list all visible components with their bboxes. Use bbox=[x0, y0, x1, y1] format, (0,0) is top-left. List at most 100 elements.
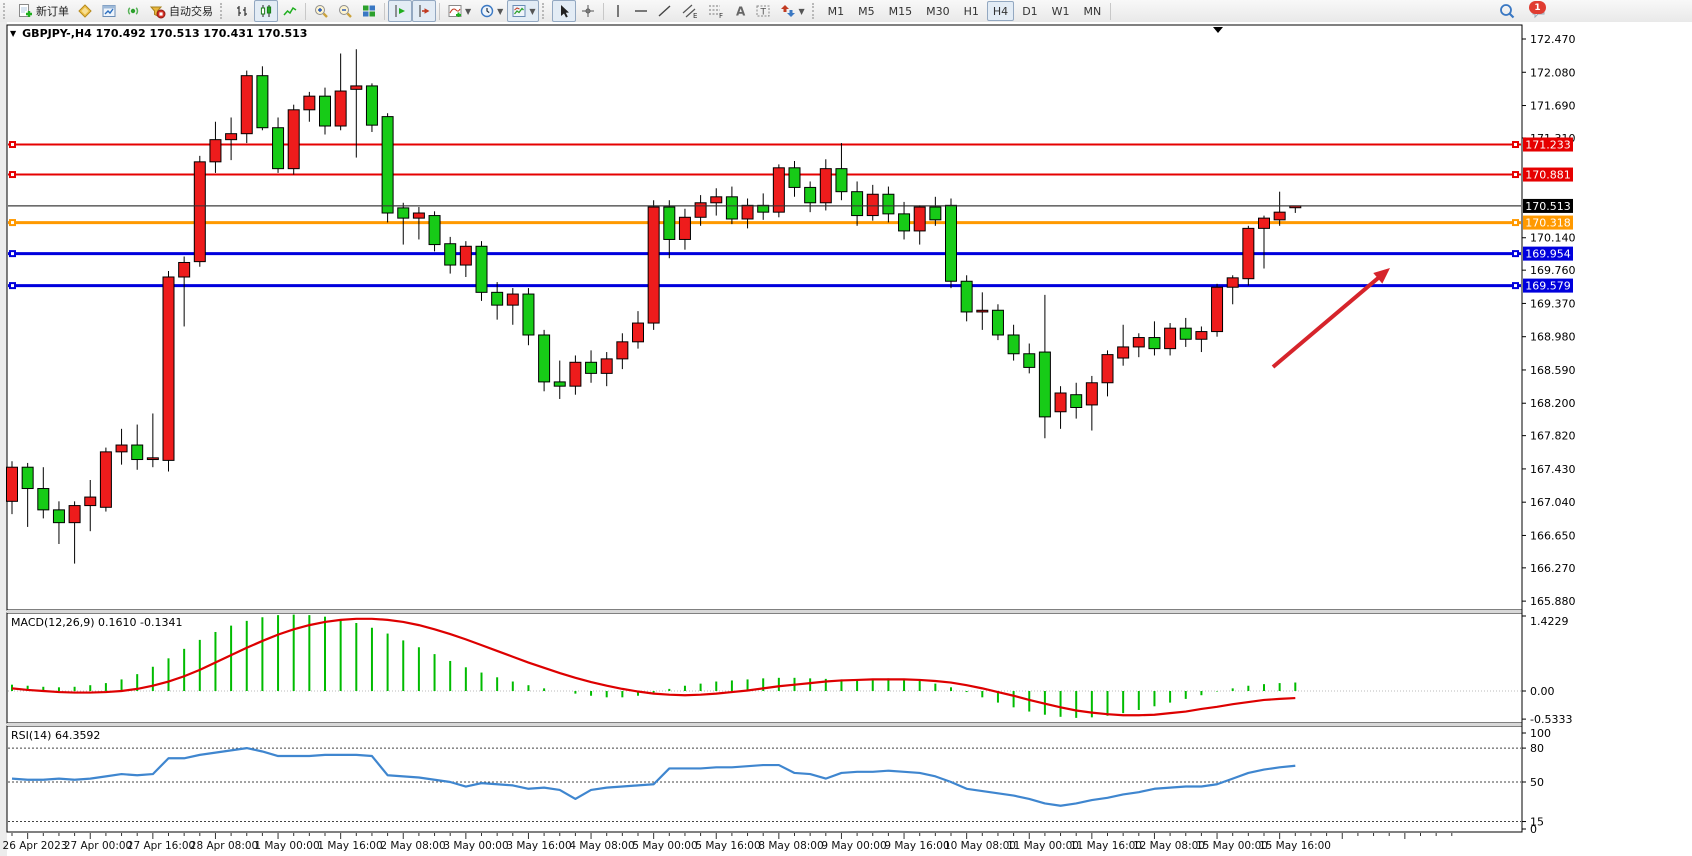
chart-collapse-icon[interactable]: ▼ bbox=[10, 29, 16, 38]
fibonacci-button[interactable]: F bbox=[703, 0, 729, 22]
periods-button[interactable]: ▼ bbox=[475, 0, 507, 22]
svg-text:T: T bbox=[760, 8, 767, 18]
new-order-button[interactable]: 新订单 bbox=[13, 0, 73, 22]
dropdown-caret: ▼ bbox=[798, 7, 804, 16]
market-watch-button[interactable] bbox=[73, 0, 97, 22]
horizontal-line-button[interactable] bbox=[629, 0, 653, 22]
price-axis-label: 169.370 bbox=[1530, 297, 1576, 310]
bull-candle bbox=[163, 277, 174, 460]
price-line-label: 170.881 bbox=[1525, 169, 1571, 182]
toolbar-grip[interactable] bbox=[812, 3, 819, 19]
bear-candle bbox=[961, 281, 972, 312]
templates-button[interactable]: ▼ bbox=[507, 0, 539, 22]
timeframe-D1[interactable]: D1 bbox=[1016, 1, 1043, 21]
bull-candle bbox=[1274, 212, 1285, 220]
arrow-objects-button[interactable]: ▼ bbox=[776, 0, 808, 22]
bear-candle bbox=[930, 207, 941, 220]
cursor-icon bbox=[556, 3, 572, 19]
bear-candle bbox=[1008, 335, 1019, 354]
price-axis-label: 167.430 bbox=[1530, 463, 1576, 476]
tile-windows-button[interactable] bbox=[357, 0, 381, 22]
vertical-line-button[interactable] bbox=[607, 0, 629, 22]
time-axis-label: 11 May 16:00 bbox=[1070, 840, 1142, 852]
bull-candle bbox=[633, 323, 644, 342]
auto-scroll-button[interactable] bbox=[412, 0, 436, 22]
rsi-indicator-label: RSI(14) 64.3592 bbox=[11, 729, 100, 742]
bear-candle bbox=[1024, 354, 1035, 368]
chart-title: GBPJPY-,H4 170.492 170.513 170.431 170.5… bbox=[22, 27, 307, 40]
trendline-button[interactable] bbox=[653, 0, 677, 22]
timeframe-M5[interactable]: M5 bbox=[852, 1, 881, 21]
macd-axis-label: 0.00 bbox=[1530, 685, 1555, 698]
mt4-terminal-window: { "toolbar": { "new_order_label": "新订单",… bbox=[0, 0, 1692, 856]
horizontal-line-icon bbox=[633, 3, 649, 19]
chart-shift-icon bbox=[392, 3, 408, 19]
chart-shift-button[interactable] bbox=[388, 0, 412, 22]
bull-candle bbox=[1196, 332, 1207, 340]
bull-candle bbox=[304, 96, 315, 110]
bear-candle bbox=[257, 76, 268, 128]
pane-splitter[interactable] bbox=[7, 723, 1522, 726]
toolbar-separator bbox=[603, 3, 604, 20]
candlestick-chart-icon bbox=[258, 3, 274, 19]
timeframe-W1[interactable]: W1 bbox=[1046, 1, 1076, 21]
price-line-label: 170.318 bbox=[1525, 217, 1571, 230]
bull-candle bbox=[194, 162, 205, 262]
bull-candle bbox=[820, 169, 831, 203]
arrow-objects-icon bbox=[780, 3, 796, 19]
crosshair-icon bbox=[580, 3, 596, 19]
line-chart-button[interactable] bbox=[278, 0, 302, 22]
chart-window-button[interactable] bbox=[97, 0, 121, 22]
bull-candle bbox=[695, 203, 706, 218]
autotrade-icon bbox=[149, 3, 166, 19]
search-button[interactable] bbox=[1494, 0, 1520, 22]
rsi-axis-label: 0 bbox=[1530, 823, 1537, 836]
time-axis-label: 28 Apr 08:00 bbox=[190, 840, 258, 852]
toolbar-grip[interactable] bbox=[542, 3, 549, 19]
cursor-button[interactable] bbox=[552, 0, 576, 22]
price-axis-label: 172.470 bbox=[1530, 33, 1576, 46]
text-button[interactable]: A bbox=[729, 0, 751, 22]
bull-candle bbox=[335, 91, 346, 126]
timeframe-H1[interactable]: H1 bbox=[958, 1, 985, 21]
pane-splitter[interactable] bbox=[7, 610, 1522, 613]
zoom-in-button[interactable] bbox=[309, 0, 333, 22]
signals-icon bbox=[125, 3, 141, 19]
equidistant-channel-button[interactable]: E bbox=[677, 0, 703, 22]
crosshair-button[interactable] bbox=[576, 0, 600, 22]
chart-canvas[interactable]: 172.470172.080171.690171.310170.140169.7… bbox=[0, 22, 1692, 856]
toolbar-grip[interactable] bbox=[3, 3, 10, 19]
zoom-out-icon bbox=[337, 3, 353, 19]
chart-title-bar[interactable]: ▼ GBPJPY-,H4 170.492 170.513 170.431 170… bbox=[10, 27, 307, 40]
toolbar-grip[interactable] bbox=[220, 3, 227, 19]
bull-candle bbox=[1133, 338, 1144, 347]
bull-candle bbox=[116, 445, 127, 452]
signals-button[interactable] bbox=[121, 0, 145, 22]
timeframe-M30[interactable]: M30 bbox=[920, 1, 956, 21]
price-axis-label: 168.200 bbox=[1530, 397, 1576, 410]
bull-candle bbox=[7, 467, 18, 501]
indicators-button[interactable]: ▼ bbox=[443, 0, 475, 22]
zoom-out-button[interactable] bbox=[333, 0, 357, 22]
timeframe-H4[interactable]: H4 bbox=[987, 1, 1014, 21]
bull-candle bbox=[711, 197, 722, 203]
bull-candle bbox=[147, 458, 158, 460]
bear-candle bbox=[492, 292, 503, 305]
timeframe-M1[interactable]: M1 bbox=[822, 1, 851, 21]
line-chart-icon bbox=[282, 3, 298, 19]
svg-text:F: F bbox=[719, 12, 723, 19]
timeframe-M15[interactable]: M15 bbox=[883, 1, 919, 21]
fibonacci-icon: F bbox=[707, 3, 725, 19]
bar-chart-button[interactable] bbox=[230, 0, 254, 22]
indicators-icon bbox=[447, 3, 463, 19]
bull-candle bbox=[1118, 347, 1129, 358]
timeframe-MN[interactable]: MN bbox=[1078, 1, 1108, 21]
candlestick-chart-button[interactable] bbox=[254, 0, 278, 22]
price-axis-label: 167.820 bbox=[1530, 430, 1576, 443]
notification-badge[interactable]: 1 bbox=[1529, 1, 1546, 14]
bear-candle bbox=[1149, 338, 1160, 349]
autotrade-button[interactable]: 自动交易 bbox=[145, 0, 217, 22]
toolbar-separator bbox=[384, 3, 385, 20]
bull-candle bbox=[648, 207, 659, 323]
text-label-button[interactable]: T bbox=[751, 0, 776, 22]
